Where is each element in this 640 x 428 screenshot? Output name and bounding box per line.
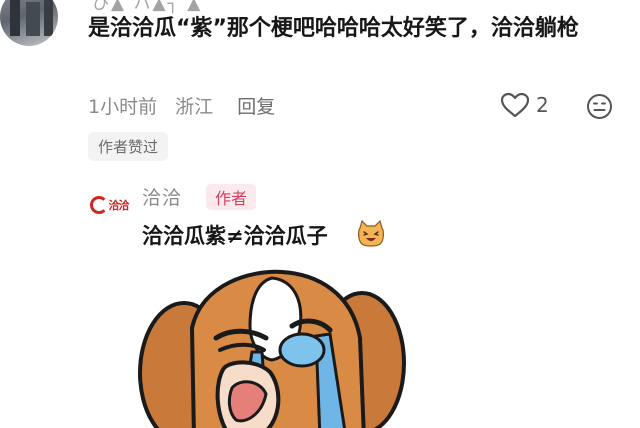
author-liked-badge: 作者赞过 [88,132,169,161]
author-tag: 作者 [206,184,257,210]
comment-time: 1小时前 [88,96,158,118]
comment-text: 是洽洽瓜“紫”那个梗吧哈哈哈太好笑了，洽洽躺枪 [88,16,579,41]
laughing-cat-icon [358,219,384,247]
avatar-building [26,2,40,36]
brand-logo-icon [89,196,108,214]
brand-logo-text: 洽洽 [108,199,130,212]
comment-location: 浙江 [175,96,214,118]
commenter-avatar[interactable] [0,0,58,46]
reply-button[interactable]: 回复 [237,96,275,118]
avatar-building [44,0,53,36]
avatar-building [10,0,20,36]
reply-username[interactable]: 洽洽 [142,183,182,210]
reply-avatar[interactable]: 洽洽 [88,184,130,226]
crying-dog-sticker [138,269,406,428]
reply-text: 洽洽瓜紫≠洽洽瓜子 [142,224,328,248]
like-count: 2 [536,93,549,117]
comment-meta: 1小时前 浙江 回复 [88,92,287,119]
heart-icon [500,92,530,118]
like-button[interactable]: 2 [500,92,549,118]
dislike-face-icon[interactable] [586,93,613,120]
